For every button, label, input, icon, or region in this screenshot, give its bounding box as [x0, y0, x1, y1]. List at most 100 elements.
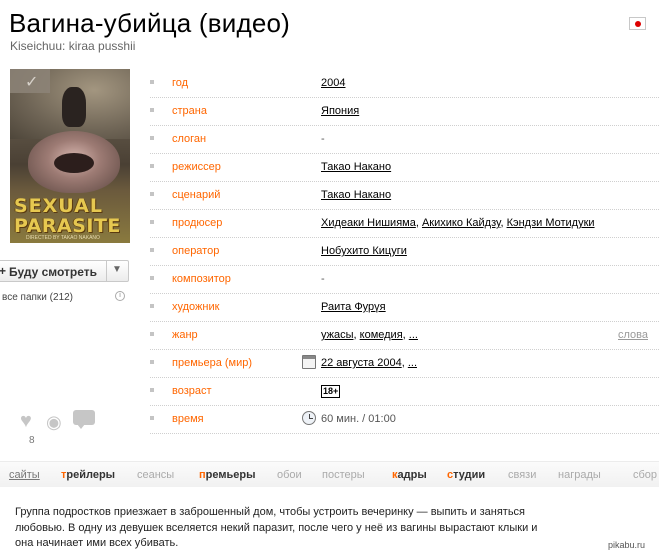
all-folders-link[interactable]: все папки (212): [2, 292, 73, 303]
bullet-icon: [150, 136, 154, 140]
info-value: Нобухито Кицуги: [321, 245, 407, 257]
info-key: художник: [172, 301, 220, 313]
info-value: -: [321, 273, 325, 285]
info-link[interactable]: ...: [409, 329, 418, 341]
tab-item[interactable]: связи: [508, 469, 536, 481]
watermark: pikabu.ru: [608, 540, 646, 550]
tab-label: тудии: [453, 469, 486, 481]
tab-label: обои: [277, 469, 302, 481]
like-count: 8: [29, 435, 35, 446]
info-value: Хидеаки Нишияма, Акихико Кайдзу, Кэндзи …: [321, 217, 595, 229]
watch-later-button[interactable]: + Буду смотреть ▼: [0, 260, 129, 282]
tab-item[interactable]: сайты: [9, 469, 40, 481]
tab-label: адры: [397, 469, 427, 481]
info-key: время: [172, 413, 204, 425]
page-title: Вагина-убийца (видео): [9, 8, 291, 38]
info-row: сценарий Такао Накано: [150, 182, 659, 210]
bullet-icon: [150, 164, 154, 168]
eye-icon[interactable]: ◉: [46, 412, 62, 433]
age-rating-badge: 18+: [321, 385, 341, 398]
info-link[interactable]: комедия: [360, 329, 403, 341]
info-link[interactable]: 22 августа 2004: [321, 357, 402, 369]
bullet-icon: [150, 304, 154, 308]
info-row: оператор Нобухито Кицуги: [150, 238, 659, 266]
dropdown-arrow-icon[interactable]: ▼: [112, 264, 122, 275]
tab-item[interactable]: постеры: [322, 469, 365, 481]
tab-label: связи: [508, 469, 537, 481]
info-key: жанр: [172, 329, 198, 341]
watch-later-label: Буду смотреть: [9, 265, 98, 279]
tab-item[interactable]: сеансы: [137, 469, 174, 481]
info-link[interactable]: Хидеаки Нишияма: [321, 217, 416, 229]
info-value: 2004: [321, 77, 345, 89]
info-key: год: [172, 77, 189, 89]
checkmark-icon: ✓: [25, 74, 39, 91]
info-value: 22 августа 2004, ...: [321, 357, 417, 369]
info-link[interactable]: Акихико Кайдзу: [422, 217, 500, 229]
info-link[interactable]: Раита Фурүя: [321, 301, 386, 313]
tab-label: сбор: [633, 469, 658, 481]
info-text: -: [321, 133, 325, 145]
tab-label: ремьеры: [205, 469, 256, 481]
poster-credit: DIRECTED BY TAKAO NAKANO: [26, 235, 100, 241]
bullet-icon: [150, 80, 154, 84]
tab-item[interactable]: обои: [277, 469, 302, 481]
info-link[interactable]: Такао Накано: [321, 189, 391, 201]
info-text: 60 мин. / 01:00: [321, 413, 396, 425]
info-value: Раита Фурүя: [321, 301, 386, 313]
info-row: время 60 мин. / 01:00: [150, 406, 659, 434]
info-row: слоган -: [150, 126, 659, 154]
plus-icon: +: [0, 264, 7, 278]
movie-info-table: год 2004 страна Япония слоган - режиссер Такао …: [150, 70, 659, 434]
tab-item[interactable]: награды: [558, 469, 601, 481]
info-key: страна: [172, 105, 207, 117]
heart-icon[interactable]: ♥: [20, 410, 32, 433]
tab-item[interactable]: студии: [447, 469, 485, 481]
info-key: продюсер: [172, 217, 223, 229]
poster-logo-line1: SEXUAL: [14, 195, 103, 217]
tab-label: сеансы: [137, 469, 175, 481]
bullet-icon: [150, 388, 154, 392]
tab-item[interactable]: сбор: [633, 469, 657, 481]
info-text: -: [321, 273, 325, 285]
info-row: режиссер Такао Накано: [150, 154, 659, 182]
info-link[interactable]: ужасы: [321, 329, 354, 341]
tab-label: рейлеры: [66, 469, 116, 481]
info-link[interactable]: Япония: [321, 105, 359, 117]
info-link[interactable]: Нобухито Кицуги: [321, 245, 407, 257]
bookmark-button[interactable]: ✓: [10, 69, 50, 93]
info-icon[interactable]: i: [115, 291, 125, 301]
movie-description: Группа подростков приезжает в заброшенны…: [15, 506, 538, 549]
info-link[interactable]: Кэндзи Мотидуки: [507, 217, 595, 229]
info-link[interactable]: Такао Накано: [321, 161, 391, 173]
bullet-icon: [150, 108, 154, 112]
original-title: Kiseichuu: kiraa pusshii: [10, 39, 136, 53]
movie-poster[interactable]: ✓ SEXUAL PARASITE DIRECTED BY TAKAO NAKA…: [10, 69, 130, 243]
japan-flag-icon: [629, 17, 646, 30]
info-key: оператор: [172, 245, 220, 257]
bullet-icon: [150, 220, 154, 224]
tab-label: постеры: [322, 469, 365, 481]
tab-item[interactable]: кадры: [392, 469, 427, 481]
bullet-icon: [150, 276, 154, 280]
clock-icon: [302, 411, 316, 425]
info-link[interactable]: 2004: [321, 77, 345, 89]
tab-label: награды: [558, 469, 601, 481]
info-value: Такао Накано: [321, 189, 391, 201]
info-link[interactable]: ...: [408, 357, 417, 369]
bullet-icon: [150, 192, 154, 196]
bullet-icon: [150, 360, 154, 364]
info-value: ужасы, комедия, ...: [321, 329, 418, 341]
tab-label: сайты: [9, 469, 40, 481]
info-row: страна Япония: [150, 98, 659, 126]
tab-item[interactable]: трейлеры: [61, 469, 115, 481]
bullet-icon: [150, 332, 154, 336]
tab-initial: п: [199, 469, 206, 481]
info-key: сценарий: [172, 189, 221, 201]
calendar-icon[interactable]: [302, 355, 316, 369]
tab-item[interactable]: премьеры: [199, 469, 255, 481]
info-row: год 2004: [150, 70, 659, 98]
keywords-link[interactable]: слова: [618, 329, 648, 341]
info-key: слоган: [172, 133, 207, 145]
comment-icon[interactable]: [73, 410, 95, 429]
